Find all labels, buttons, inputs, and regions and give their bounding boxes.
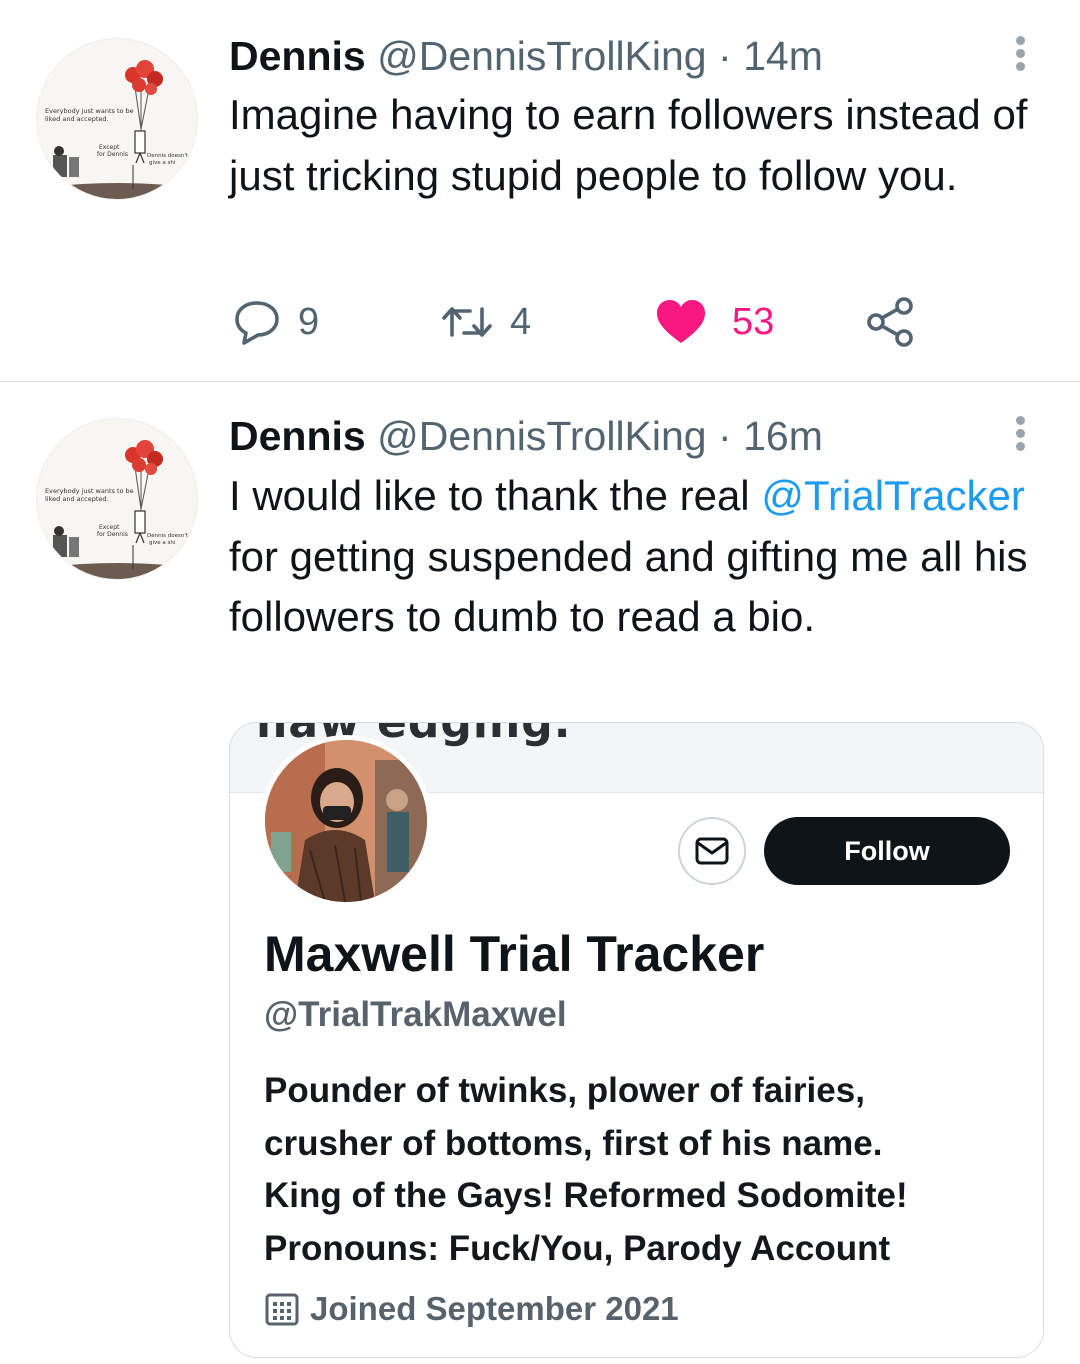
follow-button[interactable]: Follow	[764, 817, 1010, 885]
tweet-header: Dennis @DennisTrollKing · 16m	[229, 412, 823, 460]
reply-count: 9	[298, 300, 320, 343]
avatar[interactable]: Everybody just wants to be liked and acc…	[36, 38, 198, 200]
svg-text:liked and accepted.: liked and accepted.	[45, 495, 109, 503]
bio-line: Pronouns: Fuck/You, Parody Account	[264, 1228, 891, 1268]
avatar[interactable]: Everybody just wants to be liked and acc…	[36, 418, 198, 580]
profile-bio: Pounder of twinks, plower of fairies, cr…	[264, 1065, 1024, 1275]
author-handle[interactable]: @DennisTrollKing	[377, 413, 707, 459]
separator: ·	[718, 33, 732, 79]
tweet-text-start: I would like to thank the real	[229, 472, 762, 519]
tweet-text-end: for getting suspended and gifting me all…	[229, 532, 1028, 641]
timestamp[interactable]: 14m	[743, 33, 823, 79]
profile-name: Maxwell Trial Tracker	[264, 926, 765, 982]
like-button[interactable]: 53	[654, 290, 774, 354]
embedded-profile-screenshot[interactable]: naw edging. Follow	[229, 722, 1044, 1358]
more-icon[interactable]	[1010, 32, 1030, 76]
joined-date: Joined September 2021	[310, 1290, 679, 1327]
svg-text:Everybody just wants to be: Everybody just wants to be	[45, 107, 134, 115]
svg-text:give a shi: give a shi	[149, 540, 176, 546]
svg-text:Everybody just wants to be: Everybody just wants to be	[45, 487, 134, 495]
separator: ·	[718, 413, 732, 459]
svg-text:Dennis doesn't: Dennis doesn't	[147, 153, 189, 159]
author-name[interactable]: Dennis	[229, 413, 366, 459]
svg-text:Dennis doesn't: Dennis doesn't	[147, 533, 189, 539]
heart-icon	[657, 300, 705, 343]
retweet-count: 4	[510, 300, 532, 343]
bio-line: crusher of bottoms, first of his name.	[264, 1123, 883, 1163]
author-name[interactable]: Dennis	[229, 33, 366, 79]
bio-line: King of the Gays! Reformed Sodomite!	[264, 1176, 908, 1215]
reply-icon	[235, 301, 279, 345]
svg-text:Except: Except	[99, 144, 120, 151]
retweet-button[interactable]: 4	[440, 290, 531, 354]
like-count: 53	[732, 300, 775, 343]
calendar-icon	[265, 1293, 299, 1326]
bio-line: Pounder of twinks, plower of fairies,	[264, 1071, 865, 1110]
mail-icon	[695, 837, 729, 865]
message-button[interactable]	[678, 817, 746, 885]
timestamp[interactable]: 16m	[743, 413, 823, 459]
svg-text:liked and accepted.: liked and accepted.	[45, 115, 109, 123]
share-button[interactable]	[864, 290, 916, 354]
tweet-actions: 9 4 53	[0, 290, 1080, 354]
banner-text: naw edging.	[256, 723, 571, 748]
profile-joined: Joined September 2021	[264, 1287, 679, 1331]
tweet-text: I would like to thank the real @TrialTra…	[229, 466, 1049, 648]
author-handle[interactable]: @DennisTrollKing	[377, 33, 707, 79]
tweet[interactable]: Everybody just wants to be liked and acc…	[0, 382, 1080, 1364]
retweet-icon	[442, 307, 492, 337]
svg-text:for Dennis: for Dennis	[97, 531, 128, 538]
reply-button[interactable]: 9	[232, 290, 319, 354]
tweet-header: Dennis @DennisTrollKing · 14m	[229, 32, 823, 80]
profile-avatar	[260, 735, 432, 907]
mention-link[interactable]: @TrialTracker	[761, 472, 1025, 519]
svg-text:give a shi: give a shi	[149, 160, 176, 166]
more-icon[interactable]	[1010, 412, 1030, 456]
share-icon	[867, 297, 913, 347]
tweet[interactable]: Everybody just wants to be liked and acc…	[0, 0, 1080, 382]
tweet-text: Imagine having to earn followers instead…	[229, 91, 1028, 199]
svg-text:for Dennis: for Dennis	[97, 151, 128, 158]
profile-handle: @TrialTrakMaxwel	[264, 995, 567, 1034]
svg-text:Except: Except	[99, 524, 120, 531]
